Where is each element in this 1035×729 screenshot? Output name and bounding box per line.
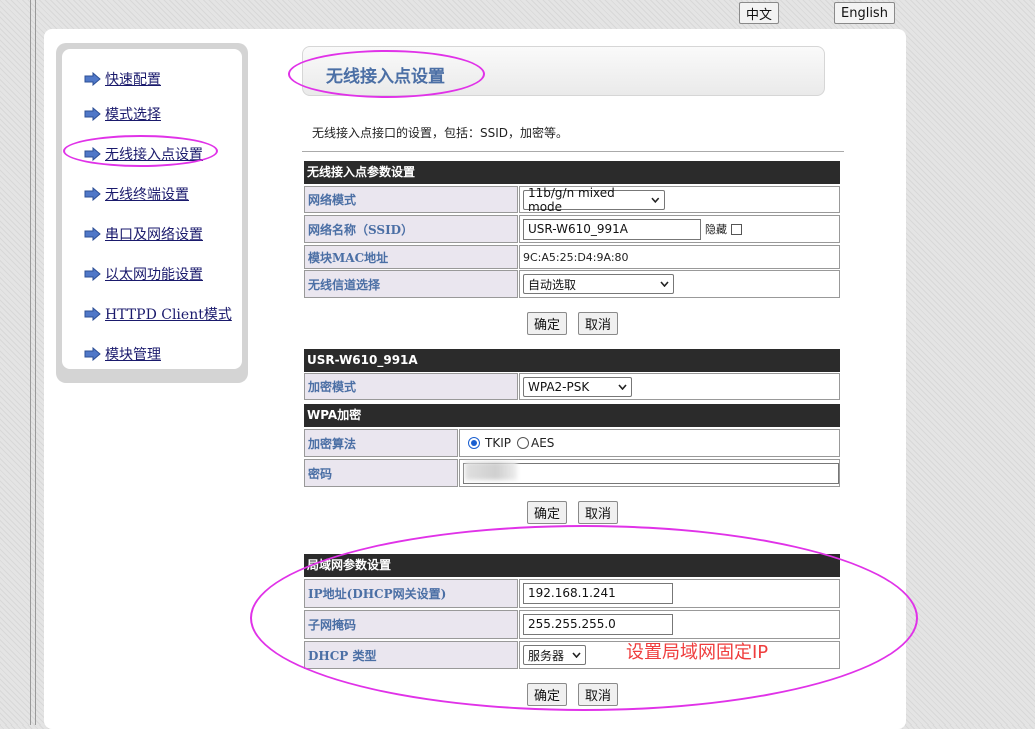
page-edge-line — [30, 0, 31, 725]
ip-label: IP地址(DHCP网关设置) — [304, 579, 518, 608]
sidebar-item-label: 串口及网络设置 — [105, 227, 203, 243]
chevron-down-icon — [572, 652, 581, 658]
row-ssid: 网络名称（SSID） USR-W610_991A 隐藏 — [304, 215, 840, 243]
sidebar-item-label: HTTPD Client模式 — [105, 307, 232, 323]
ssid-label: 网络名称（SSID） — [304, 215, 518, 243]
sidebar-item-label: 无线接入点设置 — [105, 147, 203, 163]
section-header-ap: 无线接入点参数设置 — [304, 161, 840, 184]
lan-ok-button[interactable]: 确定 — [527, 683, 568, 706]
dhcp-label: DHCP 类型 — [304, 641, 518, 669]
aes-label: AES — [530, 436, 555, 450]
enc-mode-cell: WPA2-PSK — [519, 373, 840, 400]
ssid-cell: USR-W610_991A 隐藏 — [519, 215, 840, 243]
arrow-right-icon — [84, 347, 101, 361]
tkip-label: TKIP — [485, 436, 511, 450]
lang-zh-button[interactable]: 中文 — [739, 2, 780, 24]
hide-ssid-checkbox[interactable] — [731, 223, 742, 235]
row-channel: 无线信道选择 自动选取 — [304, 270, 840, 298]
sidebar-item-label: 无线终端设置 — [105, 187, 189, 203]
enc-mode-value: WPA2-PSK — [528, 379, 590, 394]
ap-ok-button[interactable]: 确定 — [527, 312, 568, 335]
sidebar-item-sta-settings[interactable]: 无线终端设置 — [84, 184, 189, 204]
sidebar-item-mode-select[interactable]: 模式选择 — [84, 104, 161, 124]
chevron-down-icon — [618, 383, 627, 390]
sidebar-item-label: 快速配置 — [105, 72, 161, 88]
row-mac: 模块MAC地址 9C:A5:25:D4:9A:80 — [304, 245, 840, 269]
tkip-radio[interactable] — [468, 437, 480, 449]
arrow-right-icon — [84, 227, 101, 241]
chevron-down-icon — [660, 281, 669, 287]
arrow-right-icon — [84, 72, 101, 86]
ap-cancel-button[interactable]: 取消 — [578, 312, 619, 335]
password-input[interactable] — [463, 462, 839, 484]
page-title: 无线接入点设置 — [326, 67, 445, 87]
annotation-text: 设置局域网固定IP — [626, 642, 769, 663]
mask-cell: 255.255.255.0 — [519, 610, 840, 639]
dhcp-select[interactable]: 服务器 — [523, 645, 586, 665]
row-network-mode: 网络模式 11b/g/n mixed mode — [304, 186, 840, 214]
password-label: 密码 — [304, 459, 458, 487]
password-blur-mask — [465, 462, 517, 480]
lan-cancel-button[interactable]: 取消 — [578, 683, 619, 706]
algo-cell: TKIP AES — [459, 429, 840, 457]
mask-label: 子网掩码 — [304, 610, 518, 639]
lang-en-button[interactable]: English — [834, 2, 895, 24]
sidebar-item-httpd-client[interactable]: HTTPD Client模式 — [84, 304, 232, 324]
page-edge-line — [35, 0, 36, 725]
row-encryption-mode: 加密模式 WPA2-PSK — [304, 373, 840, 400]
channel-select[interactable]: 自动选取 — [523, 274, 674, 294]
enc-mode-label: 加密模式 — [304, 373, 518, 400]
mask-input[interactable]: 255.255.255.0 — [523, 614, 673, 635]
arrow-right-icon — [84, 187, 101, 201]
enc-mode-select[interactable]: WPA2-PSK — [523, 376, 632, 397]
network-mode-cell: 11b/g/n mixed mode — [519, 186, 840, 214]
divider — [302, 151, 844, 152]
dhcp-value: 服务器 — [528, 648, 565, 663]
network-mode-value: 11b/g/n mixed mode — [528, 185, 615, 214]
sidebar-item-label: 以太网功能设置 — [105, 267, 203, 283]
sidebar-item-ap-settings[interactable]: 无线接入点设置 — [84, 144, 203, 164]
security-ok-button[interactable]: 确定 — [527, 501, 568, 524]
sidebar-item-label: 模块管理 — [105, 347, 161, 363]
section-header-lan: 局域网参数设置 — [304, 554, 840, 577]
row-mask: 子网掩码 255.255.255.0 — [304, 610, 840, 639]
arrow-right-icon — [84, 107, 101, 121]
channel-cell: 自动选取 — [519, 270, 840, 298]
ip-input[interactable]: 192.168.1.241 — [523, 583, 673, 604]
arrow-right-icon — [84, 267, 101, 281]
section-header-wpa: WPA加密 — [304, 404, 840, 427]
sidebar-item-module-management[interactable]: 模块管理 — [84, 344, 161, 364]
sidebar-item-ethernet[interactable]: 以太网功能设置 — [84, 264, 203, 284]
sidebar-item-quick-config[interactable]: 快速配置 — [84, 69, 161, 89]
arrow-right-icon — [84, 307, 101, 321]
channel-value: 自动选取 — [528, 277, 577, 292]
sidebar-inner: 快速配置 模式选择 无线接入点设置 无线终端设置 串口及网络设置 以太网功能设置… — [62, 49, 242, 369]
chevron-down-icon — [651, 197, 660, 203]
sidebar: 快速配置 模式选择 无线接入点设置 无线终端设置 串口及网络设置 以太网功能设置… — [56, 43, 248, 383]
row-ip: IP地址(DHCP网关设置) 192.168.1.241 — [304, 579, 840, 608]
mac-value: 9C:A5:25:D4:9A:80 — [519, 245, 840, 269]
network-mode-label: 网络模式 — [304, 186, 518, 213]
channel-label: 无线信道选择 — [304, 270, 518, 298]
aes-radio[interactable] — [516, 437, 529, 449]
hide-ssid-label: 隐藏 — [705, 223, 727, 236]
section-header-ssid: USR-W610_991A — [304, 349, 840, 372]
sidebar-item-serial-network[interactable]: 串口及网络设置 — [84, 224, 203, 244]
mac-label: 模块MAC地址 — [304, 245, 518, 269]
security-cancel-button[interactable]: 取消 — [578, 501, 619, 524]
algo-label: 加密算法 — [304, 429, 458, 457]
page-description: 无线接入点接口的设置，包括：SSID，加密等。 — [312, 126, 569, 140]
arrow-right-icon — [84, 147, 101, 161]
ip-cell: 192.168.1.241 — [519, 579, 840, 608]
sidebar-item-label: 模式选择 — [105, 107, 161, 123]
network-mode-select[interactable]: 11b/g/n mixed mode — [523, 186, 665, 214]
row-password: 密码 — [304, 459, 840, 487]
row-algorithm: 加密算法 TKIP AES — [304, 429, 840, 457]
ssid-input[interactable]: USR-W610_991A — [523, 218, 701, 240]
